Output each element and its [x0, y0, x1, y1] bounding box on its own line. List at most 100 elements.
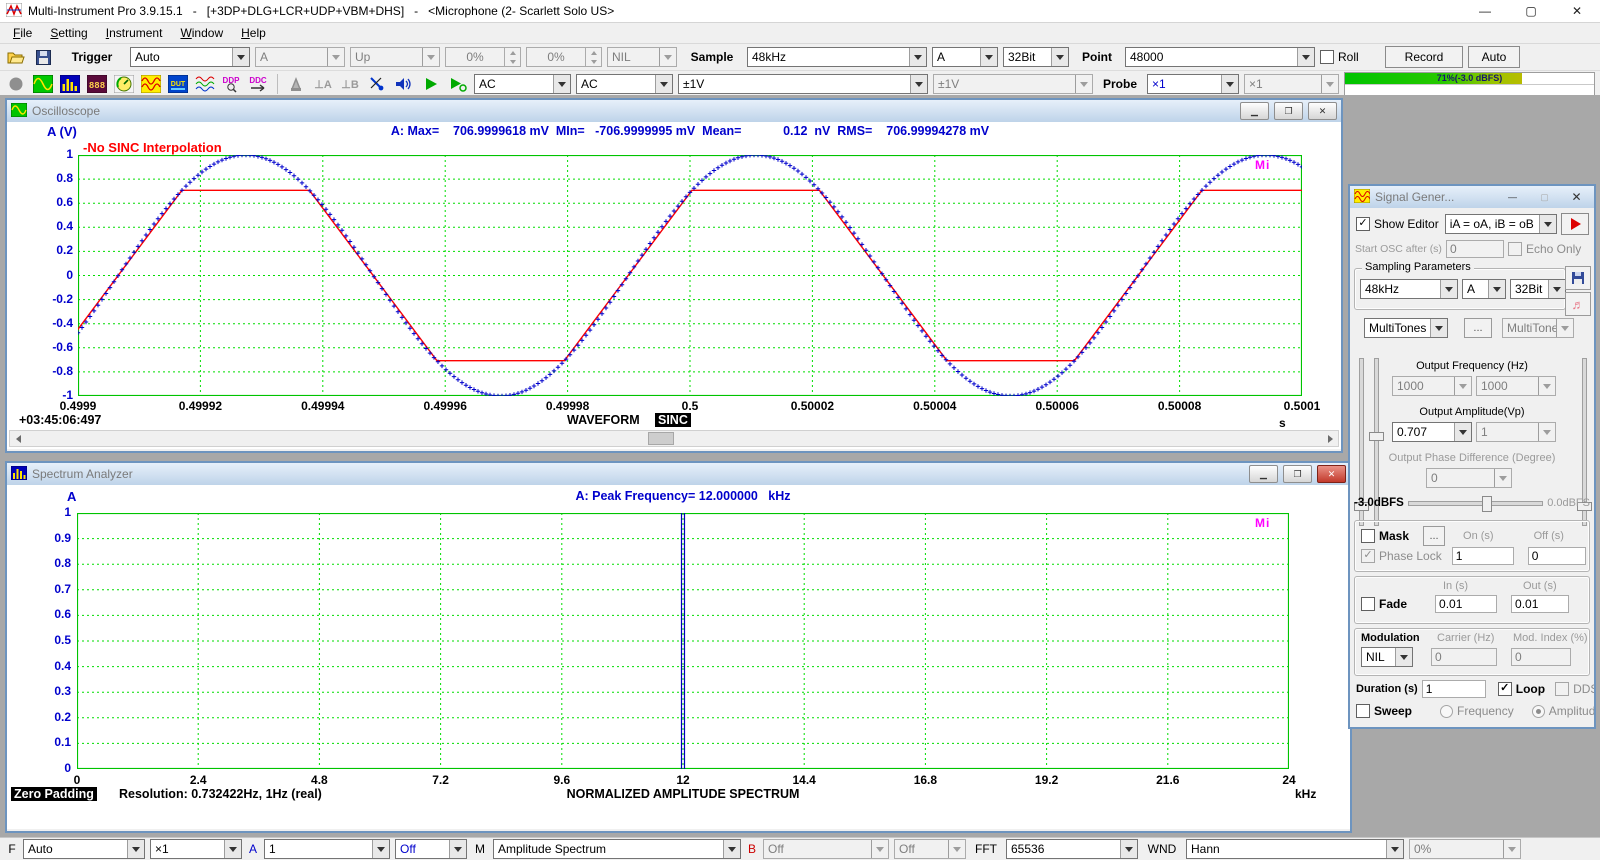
chevron-down-icon[interactable]	[1321, 75, 1338, 93]
menu-item-file[interactable]: File	[4, 24, 41, 42]
scope-scroll-thumb[interactable]	[648, 432, 674, 445]
chevron-down-icon[interactable]	[910, 75, 927, 93]
coupling-b-combo[interactable]: AC	[576, 74, 673, 94]
siggen-minimize-button[interactable]: —	[1499, 189, 1526, 205]
close-button[interactable]: ✕	[1554, 0, 1600, 22]
siggen-close-button[interactable]: ✕	[1563, 189, 1590, 205]
trigger-delay-spinner[interactable]: 0%	[526, 47, 602, 67]
oscilloscope-icon[interactable]	[32, 74, 54, 94]
dbfs-slider[interactable]	[1408, 496, 1543, 510]
chevron-down-icon[interactable]	[1221, 75, 1238, 93]
duration-input[interactable]: 1	[1422, 680, 1486, 698]
spectrum-minimize-button[interactable]: ▁	[1249, 465, 1278, 483]
chevron-down-icon[interactable]	[1051, 48, 1068, 66]
chevron-down-icon[interactable]	[1297, 48, 1314, 66]
chevron-down-icon[interactable]	[449, 840, 466, 858]
scroll-right-icon[interactable]	[1322, 432, 1338, 445]
derived-data-curves-icon[interactable]	[194, 74, 216, 94]
menu-item-setting[interactable]: Setting	[41, 24, 96, 42]
sound-output-icon[interactable]	[393, 74, 415, 94]
chevron-down-icon[interactable]	[1386, 840, 1403, 858]
chevron-down-icon[interactable]	[553, 75, 570, 93]
scroll-left-icon[interactable]	[10, 432, 26, 445]
fft-size-combo[interactable]: 65536	[1006, 839, 1138, 859]
overlap-combo[interactable]: 0%	[1409, 839, 1521, 859]
multimeter-icon[interactable]: 888	[86, 74, 108, 94]
mask-off-input[interactable]: 0	[1528, 547, 1586, 565]
mask-more-button[interactable]: ...	[1423, 526, 1445, 546]
phase-lock-checkbox[interactable]: Phase Lock	[1361, 549, 1442, 563]
fade-checkbox[interactable]: Fade	[1361, 597, 1407, 611]
sg-sampling-rate-combo[interactable]: 48kHz	[1360, 279, 1458, 299]
output-amp-b-combo[interactable]: 1	[1476, 422, 1556, 442]
chevron-down-icon[interactable]	[127, 840, 144, 858]
record-button[interactable]: Record	[1385, 46, 1463, 68]
chevron-down-icon[interactable]	[1075, 75, 1092, 93]
echo-only-checkbox[interactable]: Echo Only	[1508, 242, 1581, 256]
output-freq-a-combo[interactable]: 1000	[1392, 376, 1472, 396]
chevron-down-icon[interactable]	[372, 840, 389, 858]
chevron-down-icon[interactable]	[723, 840, 740, 858]
save-file-icon[interactable]	[32, 47, 54, 67]
spectrum-restore-button[interactable]: ❐	[1283, 465, 1312, 483]
siggen-maximize-button[interactable]: ▢	[1531, 189, 1558, 205]
trigger-level-spinner[interactable]: 0%	[445, 47, 521, 67]
sampling-rate-combo[interactable]: 48kHz	[747, 47, 927, 67]
device-test-plan-icon[interactable]: DUT	[167, 74, 189, 94]
scope-sinc-badge[interactable]: SINC	[655, 413, 691, 427]
spectrum-close-button[interactable]: ✕	[1317, 465, 1346, 483]
signal-generator-icon[interactable]	[140, 74, 162, 94]
menu-item-instrument[interactable]: Instrument	[97, 24, 172, 42]
chevron-down-icon[interactable]	[659, 48, 676, 66]
modulation-type-combo[interactable]: NIL	[1361, 647, 1413, 667]
channel-a-range-combo[interactable]: 1	[264, 839, 390, 859]
sampling-channel-combo[interactable]: A	[932, 47, 998, 67]
scope-close-button[interactable]: ✕	[1308, 102, 1337, 120]
show-editor-checkbox[interactable]: Show Editor	[1356, 217, 1439, 231]
trigger-mode-combo[interactable]: Auto	[130, 47, 250, 67]
sweep-amplitude-radio[interactable]: Amplitude	[1532, 704, 1594, 718]
auto-button[interactable]: Auto	[1468, 46, 1520, 68]
siggen-run-button[interactable]	[1561, 213, 1589, 235]
record-length-combo[interactable]: 48000	[1125, 47, 1315, 67]
chevron-down-icon[interactable]	[224, 840, 241, 858]
siggen-titlebar[interactable]: Signal Gener... — ▢ ✕	[1350, 186, 1594, 208]
sg-sampling-bits-combo[interactable]: 32Bit	[1510, 279, 1566, 299]
chevron-down-icon[interactable]	[232, 48, 249, 66]
trigger-freq-divider-combo[interactable]: NIL	[607, 47, 677, 67]
waveform-b-combo[interactable]: MultiTones	[1502, 318, 1574, 338]
probe-calibration-icon[interactable]	[366, 74, 388, 94]
scope-restore-button[interactable]: ❐	[1274, 102, 1303, 120]
loop-checkbox[interactable]: Loop	[1498, 682, 1545, 696]
channel-b-range-combo[interactable]: Off	[763, 839, 889, 859]
wave-editor-button[interactable]: ...	[1464, 318, 1492, 338]
output-freq-b-combo[interactable]: 1000	[1476, 376, 1556, 396]
range-a-combo[interactable]: ±1V	[678, 74, 928, 94]
roll-checkbox[interactable]: Roll	[1320, 50, 1380, 64]
ddc-icon[interactable]: DDC	[248, 74, 270, 94]
mask-on-input[interactable]: 1	[1452, 547, 1514, 565]
mask-checkbox[interactable]: Mask	[1361, 529, 1409, 543]
routing-combo[interactable]: iA = oA, iB = oB	[1445, 214, 1557, 234]
chevron-down-icon[interactable]	[422, 48, 439, 66]
mod-index-input[interactable]: 0	[1511, 648, 1571, 666]
carrier-input[interactable]: 0	[1431, 648, 1497, 666]
start-osc-input[interactable]: 0	[1446, 240, 1504, 258]
chevron-down-icon[interactable]	[909, 48, 926, 66]
sg-sampling-channel-combo[interactable]: A	[1462, 279, 1506, 299]
spectrum-titlebar[interactable]: Spectrum Analyzer ▁ ❐ ✕	[7, 463, 1350, 485]
output-amp-a-combo[interactable]: 0.707	[1392, 422, 1472, 442]
chevron-down-icon[interactable]	[327, 48, 344, 66]
chevron-down-icon[interactable]	[1120, 840, 1137, 858]
scope-scroll-track[interactable]	[26, 432, 1322, 445]
channel-a-persistence-combo[interactable]: Off	[395, 839, 467, 859]
channel-b-persistence-combo[interactable]: Off	[894, 839, 966, 859]
scope-h-scrollbar[interactable]	[9, 430, 1339, 447]
dds-checkbox[interactable]: DDS	[1555, 682, 1594, 696]
window-function-combo[interactable]: Hann	[1186, 839, 1404, 859]
output-phase-combo[interactable]: 0	[1426, 468, 1512, 488]
run-loop-icon[interactable]	[447, 74, 469, 94]
chevron-down-icon[interactable]	[655, 75, 672, 93]
fade-in-input[interactable]: 0.01	[1435, 595, 1497, 613]
probe-b-combo[interactable]: ×1	[1244, 74, 1339, 94]
